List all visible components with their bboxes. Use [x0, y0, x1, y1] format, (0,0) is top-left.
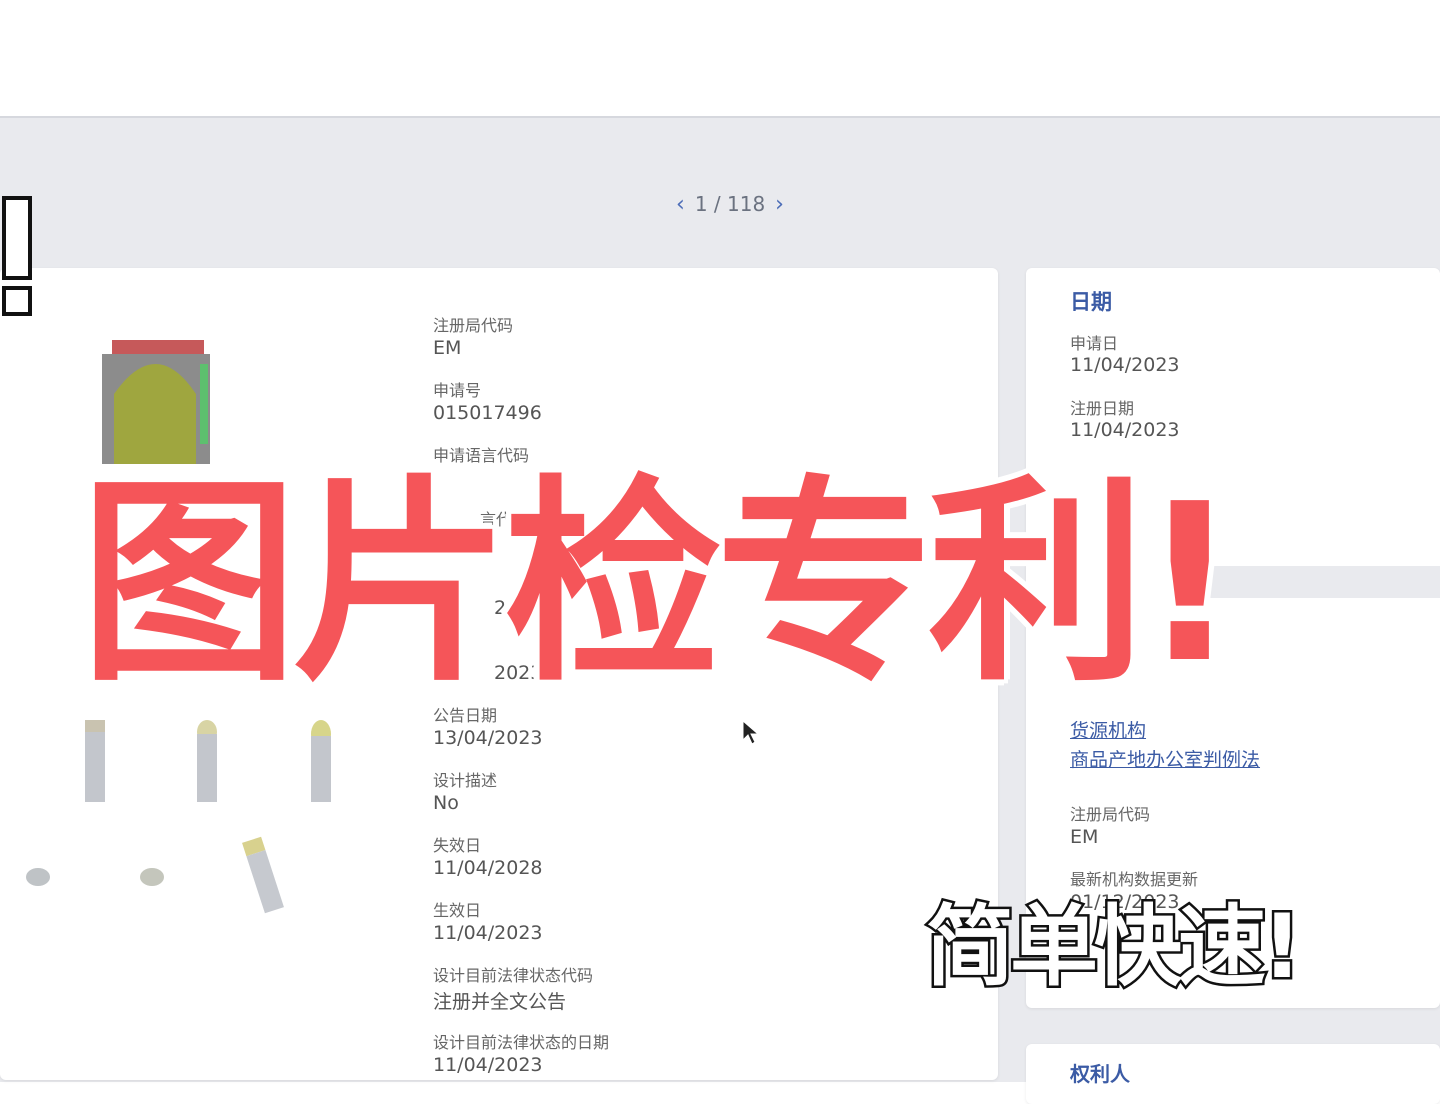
overlay-title: 图片检专利! [80, 458, 1239, 711]
field-label: 设计描述 [433, 771, 498, 790]
field-value: 13/04/2023 [433, 727, 543, 749]
design-thumbnail[interactable] [194, 720, 220, 802]
field-label: 注册局代码 [1070, 805, 1151, 824]
case-law-link[interactable]: 商品产地办公室判例法 [1070, 745, 1260, 772]
field-label: 注册局代码 [433, 316, 514, 335]
chevron-right-icon[interactable]: › [775, 192, 784, 217]
overlay-subtitle: 简单快速! [923, 893, 1304, 1001]
field-value: No [433, 792, 459, 814]
field-label: 注册日期 [1070, 399, 1135, 418]
field-label: 生效日 [433, 901, 482, 920]
field-value: 015017496 [433, 402, 542, 424]
field-value: 11/04/2023 [1070, 419, 1180, 441]
field-label: 设计目前法律状态代码 [433, 966, 594, 985]
page-indicator: 1 / 118 [694, 192, 766, 216]
field-value: 11/04/2023 [433, 1054, 543, 1076]
field-value: EM [433, 337, 462, 359]
field-value: 11/04/2023 [433, 922, 543, 944]
field-value: 注册并全文公告 [433, 991, 567, 1013]
field-value: 11/04/2023 [1070, 354, 1180, 376]
field-label: 最新机构数据更新 [1070, 870, 1199, 889]
field-value: EM [1070, 826, 1099, 848]
field-label: 申请号 [433, 381, 482, 400]
design-thumbnail[interactable] [138, 866, 166, 888]
design-thumbnail[interactable] [240, 834, 286, 916]
mouse-cursor-icon [742, 720, 760, 745]
top-bar [0, 0, 1440, 116]
main-design-image[interactable] [96, 334, 216, 464]
holder-card: 权利人 [1026, 1044, 1440, 1104]
design-thumbnail[interactable] [82, 720, 108, 802]
design-thumbnail[interactable] [308, 720, 334, 802]
design-thumbnail[interactable] [24, 866, 52, 888]
holder-title: 权利人 [1070, 1062, 1130, 1086]
pagination: ‹ 1 / 118 › [676, 190, 784, 218]
field-label: 设计目前法律状态的日期 [433, 1033, 610, 1052]
exclamation-graphic [2, 196, 32, 316]
dates-title: 日期 [1070, 290, 1112, 314]
field-value: 11/04/2028 [433, 857, 543, 879]
field-label: 申请日 [1070, 334, 1119, 353]
chevron-left-icon[interactable]: ‹ [676, 192, 685, 217]
source-office-link[interactable]: 货源机构 [1070, 716, 1146, 743]
field-label: 失效日 [433, 836, 482, 855]
